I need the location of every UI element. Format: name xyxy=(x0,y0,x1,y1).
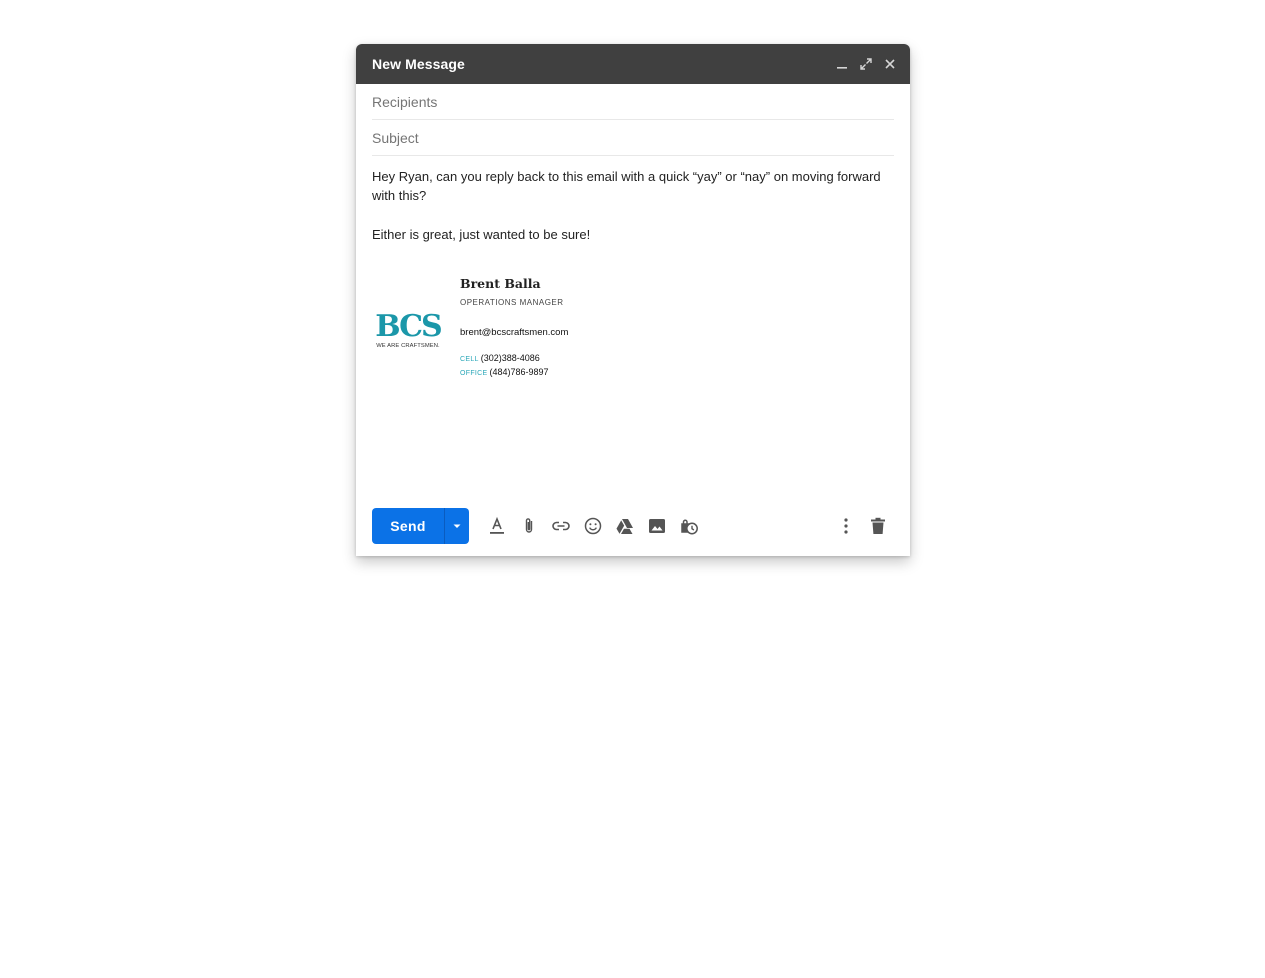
signature-name: Brent Balla xyxy=(460,276,541,291)
recipients-row xyxy=(372,84,894,120)
cell-label: CELL xyxy=(460,356,479,363)
signature-office: OFFICE (484)786-9897 xyxy=(460,366,568,380)
signature-cell: CELL (302)388-4086 xyxy=(460,352,568,366)
compose-window: New Message Hey Ryan, can you reply back… xyxy=(356,44,910,556)
send-button[interactable]: Send xyxy=(372,508,444,544)
svg-text:BCS: BCS xyxy=(375,309,441,344)
signature-title: OPERATIONS MANAGER xyxy=(460,298,564,307)
svg-text:WE ARE CRAFTSMEN.: WE ARE CRAFTSMEN. xyxy=(376,343,440,349)
cell-number[interactable]: (302)388-4086 xyxy=(481,353,540,363)
body-paragraph: Either is great, just wanted to be sure! xyxy=(372,227,591,242)
close-icon[interactable] xyxy=(882,56,898,72)
signature-info: Brent Balla OPERATIONS MANAGER brent@bcs… xyxy=(460,276,568,380)
confidential-icon[interactable] xyxy=(673,510,705,542)
company-logo: BCS WE ARE CRAFTSMEN. xyxy=(372,304,444,352)
compose-title: New Message xyxy=(372,56,465,72)
office-label: OFFICE xyxy=(460,370,488,377)
toolbar-right xyxy=(830,510,894,542)
format-text-icon[interactable] xyxy=(481,510,513,542)
emoji-icon[interactable] xyxy=(577,510,609,542)
attach-icon[interactable] xyxy=(513,510,545,542)
email-signature: BCS WE ARE CRAFTSMEN. Brent Balla OPERAT… xyxy=(372,276,894,380)
compose-titlebar[interactable]: New Message xyxy=(356,44,910,84)
office-number[interactable]: (484)786-9897 xyxy=(489,367,548,377)
more-options-icon[interactable] xyxy=(830,510,862,542)
caret-down-icon xyxy=(453,524,461,528)
signature-phones: CELL (302)388-4086 OFFICE (484)786-9897 xyxy=(460,352,568,380)
subject-row xyxy=(372,120,894,156)
window-controls xyxy=(834,56,898,72)
subject-input[interactable] xyxy=(372,129,894,146)
expand-icon[interactable] xyxy=(858,56,874,72)
send-group: Send xyxy=(372,508,469,544)
drive-icon[interactable] xyxy=(609,510,641,542)
recipients-input[interactable] xyxy=(372,93,894,110)
formatting-tools xyxy=(481,510,705,542)
trash-icon[interactable] xyxy=(862,510,894,542)
minimize-icon[interactable] xyxy=(834,56,850,72)
image-icon[interactable] xyxy=(641,510,673,542)
link-icon[interactable] xyxy=(545,510,577,542)
compose-toolbar: Send xyxy=(372,508,894,544)
message-body[interactable]: Hey Ryan, can you reply back to this ema… xyxy=(372,156,894,380)
send-options-button[interactable] xyxy=(444,508,469,544)
signature-email[interactable]: brent@bcscraftsmen.com xyxy=(460,323,568,342)
body-paragraph: Hey Ryan, can you reply back to this ema… xyxy=(372,169,881,203)
